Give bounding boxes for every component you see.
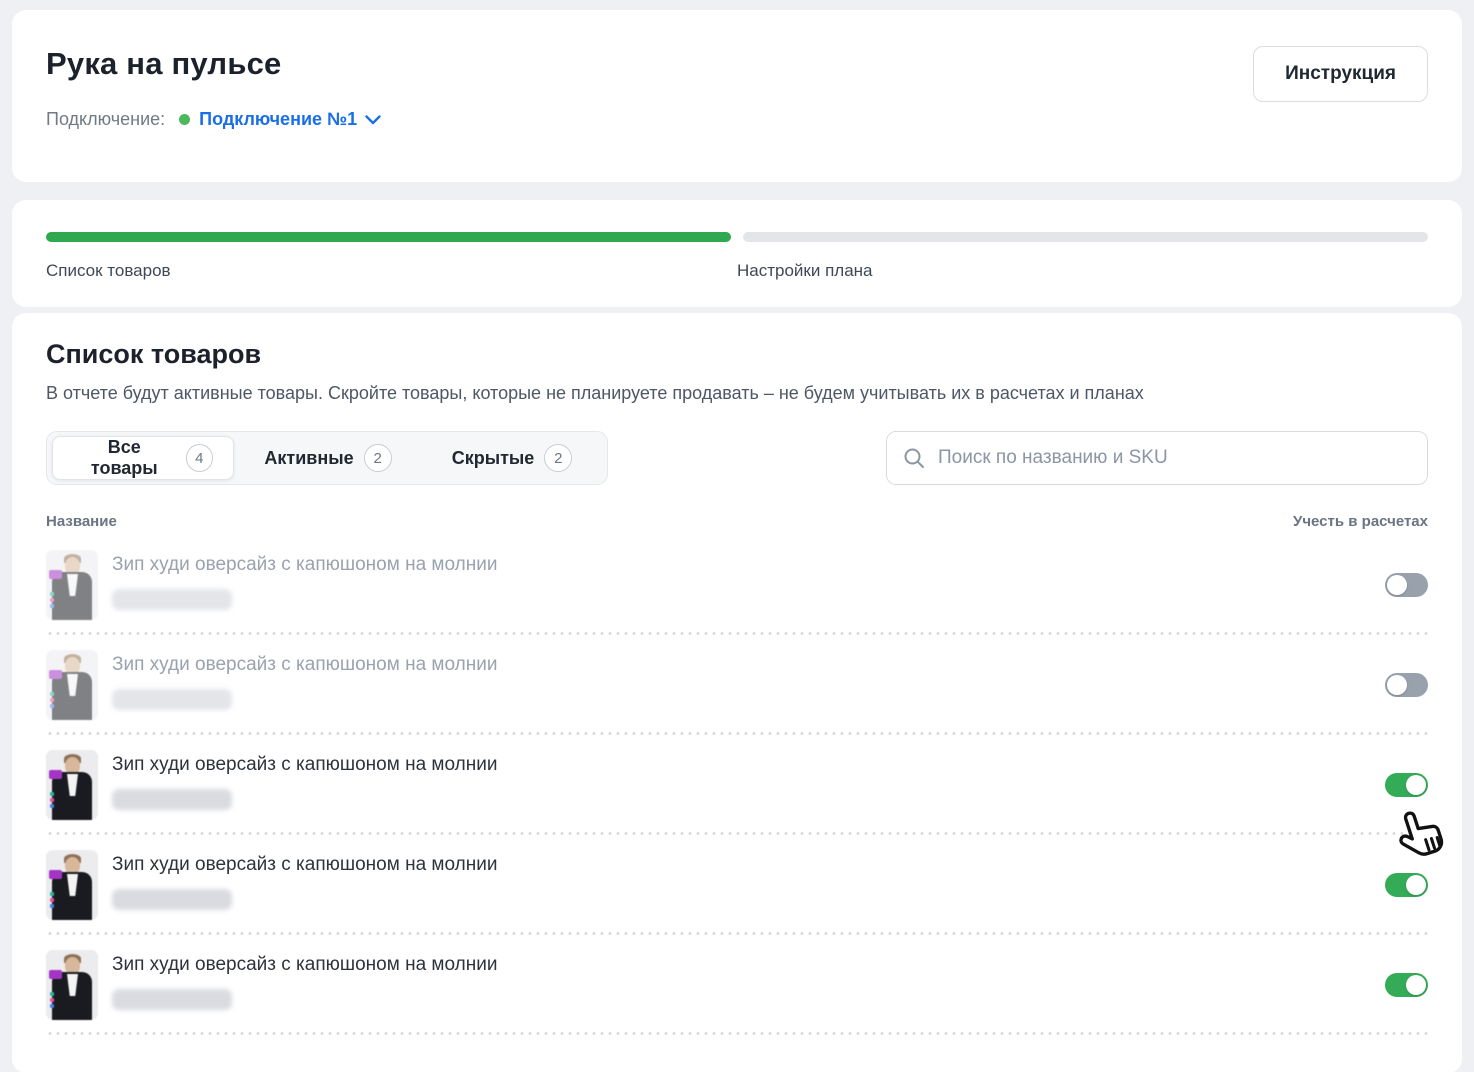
product-row: Зип худи оверсайз с капюшоном на молнии [46,635,1428,735]
filter-count-badge: 2 [364,444,392,472]
product-row: Зип худи оверсайз с капюшоном на молнии [46,535,1428,635]
section-heading: Список товаров [46,339,1428,370]
connection-label: Подключение: [46,109,165,130]
connection-row: Подключение: Подключение №1 [46,109,1428,130]
product-row: Зип худи оверсайз с капюшоном на молнии [46,835,1428,935]
filter-tab-label: Все товары [73,437,176,479]
product-title: Зип худи оверсайз с капюшоном на молнии [112,654,497,676]
connection-select[interactable]: Подключение №1 [199,109,381,130]
search-input[interactable] [938,447,1411,469]
page: Рука на пульсе Инструкция Подключение: П… [0,0,1474,1072]
step-label-product-list: Список товаров [46,261,737,281]
include-in-calc-toggle[interactable] [1385,573,1428,597]
connection-value: Подключение №1 [199,109,357,130]
product-thumbnail [46,550,98,620]
step-labels: Список товаров Настройки плана [46,261,1428,281]
filter-count-badge: 4 [186,444,213,472]
table-header: Название Учесть в расчетах [46,513,1428,530]
column-header-include: Учесть в расчетах [1293,513,1428,530]
product-thumbnail [46,950,98,1020]
product-thumbnail [46,750,98,820]
include-in-calc-toggle[interactable] [1385,973,1428,997]
header-card: Рука на пульсе Инструкция Подключение: П… [12,10,1462,182]
filter-tab[interactable]: Активные 2 [238,436,418,480]
product-list-card: Список товаров В отчете будут активные т… [12,313,1462,1072]
filter-tab-label: Активные [264,448,353,469]
product-info: Зип худи оверсайз с капюшоном на молнии [112,750,497,810]
step-label-plan-settings: Настройки плана [737,261,1428,281]
search-icon [903,447,925,469]
product-sku-blurred [112,889,232,910]
step-bars [46,232,1428,242]
page-title: Рука на пульсе [46,46,1428,82]
product-title: Зип худи оверсайз с капюшоном на молнии [112,754,497,776]
search-box [886,431,1428,485]
product-info: Зип худи оверсайз с капюшоном на молнии [112,950,497,1010]
product-info: Зип худи оверсайз с капюшоном на молнии [112,650,497,710]
step-bar-product-list[interactable] [46,232,731,242]
include-in-calc-toggle[interactable] [1385,673,1428,697]
product-title: Зип худи оверсайз с капюшоном на молнии [112,854,497,876]
column-header-name: Название [46,513,117,530]
filter-tab[interactable]: Все товары 4 [52,436,234,480]
section-description: В отчете будут активные товары. Скройте … [46,383,1428,404]
product-info: Зип худи оверсайз с капюшоном на молнии [112,550,497,610]
product-row: Зип худи оверсайз с капюшоном на молнии [46,735,1428,835]
product-title: Зип худи оверсайз с капюшоном на молнии [112,954,497,976]
include-in-calc-toggle[interactable] [1385,873,1428,897]
filter-count-badge: 2 [544,444,572,472]
filter-tab-label: Скрытые [452,448,535,469]
product-sku-blurred [112,789,232,810]
product-info: Зип худи оверсайз с капюшоном на молнии [112,850,497,910]
product-sku-blurred [112,689,232,710]
product-rows: Зип худи оверсайз с капюшоном на молнии … [46,535,1428,1035]
product-sku-blurred [112,589,232,610]
include-in-calc-toggle[interactable] [1385,773,1428,797]
chevron-down-icon [365,115,381,125]
filter-tabs: Все товары 4 Активные 2 Скрытые 2 [46,431,608,485]
product-thumbnail [46,650,98,720]
filter-tab[interactable]: Скрытые 2 [422,436,602,480]
product-sku-blurred [112,989,232,1010]
product-thumbnail [46,850,98,920]
controls-row: Все товары 4 Активные 2 Скрытые 2 [46,431,1428,485]
product-row: Зип худи оверсайз с капюшоном на молнии [46,935,1428,1035]
connection-status-dot [179,114,190,125]
step-bar-plan-settings[interactable] [743,232,1428,242]
instruction-button[interactable]: Инструкция [1253,46,1428,102]
stepper-card: Список товаров Настройки плана [12,200,1462,307]
product-title: Зип худи оверсайз с капюшоном на молнии [112,554,497,576]
